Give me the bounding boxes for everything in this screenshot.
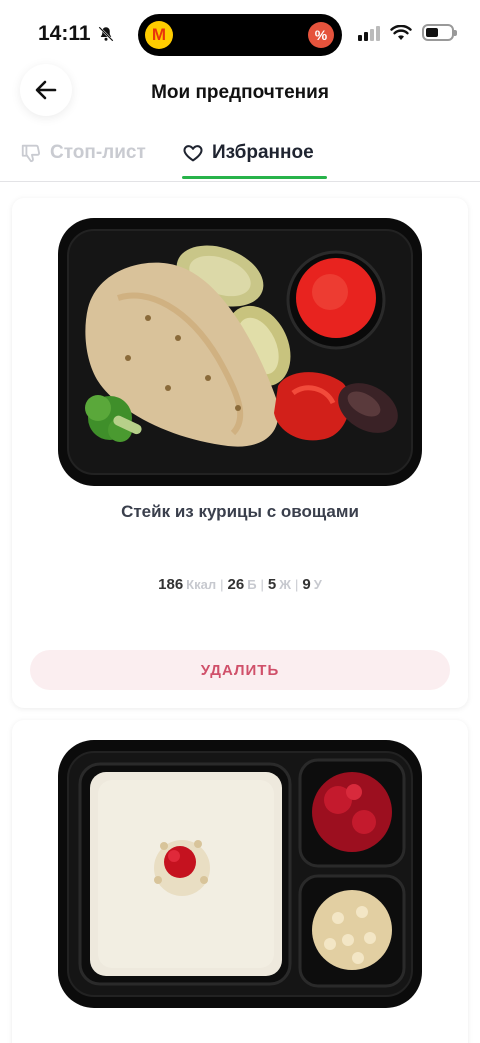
dish-image <box>58 218 422 486</box>
bell-off-icon <box>98 26 114 42</box>
tab-label: Стоп-лист <box>50 142 146 163</box>
wifi-icon <box>390 24 412 40</box>
page-title: Мои предпочтения <box>151 82 329 103</box>
dish-nutrition: 186 Ккал | 26 Б | 5 Ж | 9 У <box>12 576 468 593</box>
carbs-unit: У <box>313 577 322 592</box>
tabs: Стоп-лист Избранное <box>0 132 480 182</box>
separator: | <box>220 577 224 592</box>
dish-image <box>58 740 422 1008</box>
tab-stop-list[interactable]: Стоп-лист <box>20 142 146 164</box>
dynamic-island: M % <box>138 14 342 56</box>
active-tab-indicator <box>182 176 327 179</box>
time-text: 14:11 <box>38 22 91 45</box>
app-logo-icon: M <box>145 21 173 49</box>
discount-icon: % <box>308 22 334 48</box>
fat-value: 5 <box>267 576 277 593</box>
separator: | <box>295 577 299 592</box>
battery-icon <box>422 24 457 41</box>
kcal-value: 186 <box>158 576 184 593</box>
fat-unit: Ж <box>279 577 292 592</box>
heart-icon <box>183 145 203 162</box>
favorite-dish-card[interactable]: Стейк из курицы с овощами 186 Ккал | 26 … <box>12 198 468 708</box>
thumbs-down-icon <box>21 144 41 163</box>
tab-label: Избранное <box>212 142 314 163</box>
status-time: 14:11 <box>38 22 115 46</box>
cellular-signal-icon <box>358 25 380 41</box>
protein-unit: Б <box>247 577 257 592</box>
tab-favorites[interactable]: Избранное <box>182 142 314 164</box>
dish-name: Стейк из курицы с овощами <box>121 502 359 521</box>
status-bar: 14:11 M % <box>0 0 480 70</box>
delete-button[interactable]: УДАЛИТЬ <box>30 650 450 690</box>
dish-photo <box>67 229 413 475</box>
protein-value: 26 <box>227 576 245 593</box>
kcal-unit: Ккал <box>186 577 217 592</box>
separator: | <box>260 577 264 592</box>
status-icons <box>358 24 457 41</box>
carbs-value: 9 <box>302 576 311 593</box>
favorite-dish-card[interactable] <box>12 720 468 1043</box>
dish-photo <box>67 751 413 997</box>
